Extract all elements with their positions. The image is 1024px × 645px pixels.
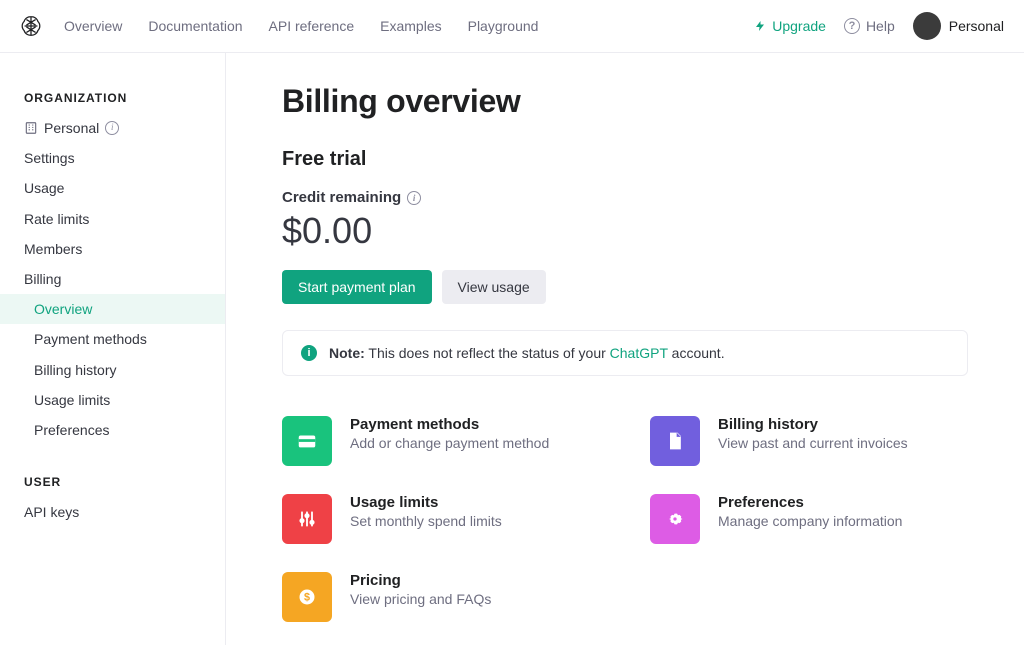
- lightning-icon: [754, 19, 766, 33]
- sidebar-item-settings[interactable]: Settings: [0, 143, 225, 173]
- upgrade-link[interactable]: Upgrade: [754, 18, 826, 34]
- card-title: Pricing: [350, 572, 491, 589]
- card-desc: View past and current invoices: [718, 435, 908, 451]
- card-pricing[interactable]: $ Pricing View pricing and FAQs: [282, 572, 600, 622]
- sidebar-sub-billing-history[interactable]: Billing history: [0, 355, 225, 385]
- nav-playground[interactable]: Playground: [468, 18, 539, 34]
- card-preferences[interactable]: Preferences Manage company information: [650, 494, 968, 544]
- sidebar: ORGANIZATION Personal i Settings Usage R…: [0, 53, 226, 645]
- card-icon: [282, 416, 332, 466]
- card-title: Payment methods: [350, 416, 549, 433]
- sidebar-sub-payment-methods[interactable]: Payment methods: [0, 324, 225, 354]
- sidebar-header-organization: ORGANIZATION: [0, 79, 225, 113]
- card-title: Usage limits: [350, 494, 502, 511]
- card-payment-methods[interactable]: Payment methods Add or change payment me…: [282, 416, 600, 466]
- svg-text:$: $: [304, 591, 310, 603]
- card-desc: Set monthly spend limits: [350, 513, 502, 529]
- note-box: i Note: This does not reflect the status…: [282, 330, 968, 376]
- nav-examples[interactable]: Examples: [380, 18, 441, 34]
- help-label: Help: [866, 18, 895, 34]
- building-icon: [24, 121, 38, 135]
- start-payment-plan-button[interactable]: Start payment plan: [282, 270, 432, 304]
- info-icon: i: [301, 345, 317, 361]
- credit-label: Credit remaining: [282, 189, 401, 206]
- sidebar-item-usage[interactable]: Usage: [0, 173, 225, 203]
- note-prefix: Note:: [329, 345, 365, 361]
- sidebar-item-billing[interactable]: Billing: [0, 264, 225, 294]
- card-title: Preferences: [718, 494, 902, 511]
- upgrade-label: Upgrade: [772, 18, 826, 34]
- note-body: This does not reflect the status of your: [365, 345, 610, 361]
- account-menu[interactable]: Personal: [913, 12, 1004, 40]
- gear-icon: [650, 494, 700, 544]
- help-icon: ?: [844, 18, 860, 34]
- nav-api-reference[interactable]: API reference: [269, 18, 355, 34]
- dollar-icon: $: [282, 572, 332, 622]
- card-desc: View pricing and FAQs: [350, 591, 491, 607]
- sidebar-org-name: Personal: [44, 119, 99, 137]
- note-link-chatgpt[interactable]: ChatGPT: [610, 345, 668, 361]
- account-label: Personal: [949, 18, 1004, 34]
- sidebar-sub-usage-limits[interactable]: Usage limits: [0, 385, 225, 415]
- card-desc: Manage company information: [718, 513, 902, 529]
- sidebar-org-selector[interactable]: Personal i: [0, 113, 225, 143]
- info-icon[interactable]: i: [407, 191, 421, 205]
- openai-logo-icon: [20, 15, 42, 37]
- sidebar-item-api-keys[interactable]: API keys: [0, 497, 225, 527]
- help-link[interactable]: ? Help: [844, 18, 895, 34]
- sidebar-sub-overview[interactable]: Overview: [0, 294, 225, 324]
- note-text: Note: This does not reflect the status o…: [329, 345, 725, 361]
- card-desc: Add or change payment method: [350, 435, 549, 451]
- plan-name: Free trial: [282, 148, 968, 171]
- content: Billing overview Free trial Credit remai…: [226, 53, 1024, 645]
- sliders-icon: [282, 494, 332, 544]
- sidebar-header-user: USER: [0, 463, 225, 497]
- credit-amount: $0.00: [282, 210, 968, 252]
- nav-documentation[interactable]: Documentation: [148, 18, 242, 34]
- avatar: [913, 12, 941, 40]
- sidebar-item-members[interactable]: Members: [0, 234, 225, 264]
- file-icon: [650, 416, 700, 466]
- note-suffix: account.: [668, 345, 725, 361]
- view-usage-button[interactable]: View usage: [442, 270, 546, 304]
- topbar: Overview Documentation API reference Exa…: [0, 0, 1024, 53]
- credit-label-row: Credit remaining i: [282, 189, 968, 206]
- page-title: Billing overview: [282, 83, 968, 120]
- nav-overview[interactable]: Overview: [64, 18, 122, 34]
- card-usage-limits[interactable]: Usage limits Set monthly spend limits: [282, 494, 600, 544]
- sidebar-item-rate-limits[interactable]: Rate limits: [0, 204, 225, 234]
- info-icon: i: [105, 121, 119, 135]
- sidebar-sub-preferences[interactable]: Preferences: [0, 415, 225, 445]
- card-billing-history[interactable]: Billing history View past and current in…: [650, 416, 968, 466]
- card-title: Billing history: [718, 416, 908, 433]
